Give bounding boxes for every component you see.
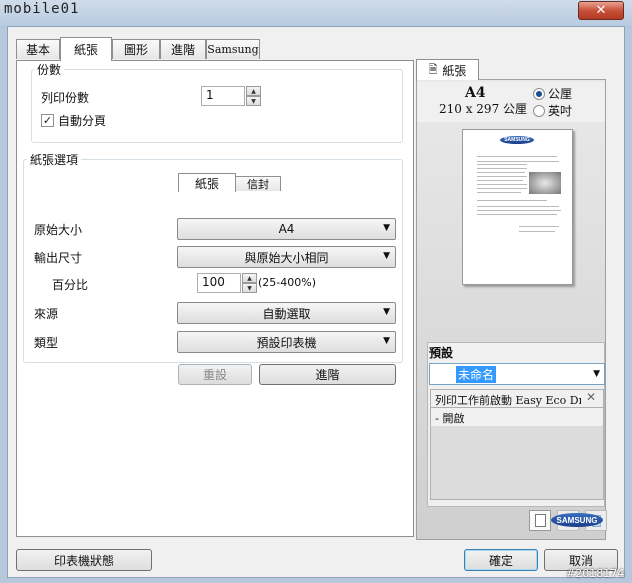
subtab-envelope[interactable]: 信封	[235, 176, 281, 191]
paper-panel: 份數 列印份數 1 ▲ ▼ ✓ 自動分頁 紙張選項 信封 紙張 原始大小 A4 …	[16, 60, 414, 537]
reset-button[interactable]: 重設	[178, 364, 252, 385]
tab-label: 圖形	[123, 43, 148, 57]
preset-item-detail: - 開啟	[435, 412, 465, 425]
preset-divider	[431, 407, 603, 408]
percent-label: 百分比	[52, 278, 89, 292]
unit-imperial-radio[interactable]	[533, 105, 545, 117]
copies-input[interactable]: 1	[201, 86, 245, 106]
preview-tab-label: 紙張	[442, 63, 467, 78]
paper-advanced-button[interactable]: 進階	[259, 364, 396, 385]
advanced-label: 進階	[315, 368, 340, 382]
remove-icon[interactable]: ✕	[586, 390, 596, 404]
tab-label: 進階	[170, 43, 195, 57]
presets-select[interactable]: 未命名 ▼	[429, 363, 605, 385]
copies-stepper[interactable]: ▲ ▼	[246, 86, 261, 106]
chevron-up-icon[interactable]: ▲	[246, 86, 261, 96]
type-select[interactable]: 預設印表機 ▼	[177, 331, 396, 353]
chevron-up-icon[interactable]: ▲	[242, 273, 257, 283]
collate-checkbox[interactable]: ✓	[41, 114, 54, 127]
preview-image	[529, 172, 561, 194]
original-size-value: A4	[278, 222, 295, 236]
document-icon: 🗎	[428, 62, 438, 76]
presets-title: 預設	[429, 346, 454, 360]
tab-basic[interactable]: 基本	[16, 39, 60, 59]
preview-pane: A4 210 x 297 公厘 公厘 英吋 SAMSUNG 預設 未命名 ▼ 列…	[416, 79, 607, 540]
samsung-logo: SAMSUNG	[551, 513, 603, 527]
chevron-down-icon: ▼	[383, 307, 390, 317]
percent-input[interactable]: 100	[197, 273, 241, 293]
paper-name: A4	[465, 85, 486, 101]
dialog-client: 基本 紙張 圖形 進階 Samsung 份數 列印份數 1 ▲ ▼ ✓ 自動分頁…	[7, 26, 625, 578]
source-label: 來源	[34, 307, 59, 321]
ok-label: 確定	[488, 553, 513, 568]
printer-status-label: 印表機狀態	[53, 553, 114, 568]
tab-label: 基本	[25, 43, 50, 57]
reset-label: 重設	[202, 368, 227, 382]
tab-label: 紙張	[73, 43, 98, 57]
subtab-label: 紙張	[194, 176, 219, 191]
chevron-down-icon: ▼	[383, 336, 390, 346]
watermark: mobile01	[4, 1, 80, 17]
type-value: 預設印表機	[256, 335, 317, 350]
tab-graphics[interactable]: 圖形	[112, 39, 160, 59]
source-select[interactable]: 自動選取 ▼	[177, 302, 396, 324]
subtab-label: 信封	[247, 178, 269, 191]
printer-status-button[interactable]: 印表機狀態	[16, 549, 152, 571]
samsung-logo-text: SAMSUNG	[556, 515, 598, 525]
tab-label: Samsung	[207, 43, 259, 56]
percent-range: (25-400%)	[258, 276, 316, 289]
copies-group	[31, 69, 403, 143]
new-preset-icon[interactable]	[529, 510, 551, 531]
samsung-mini-logo: SAMSUNG	[500, 136, 534, 144]
tab-paper[interactable]: 紙張	[60, 37, 112, 61]
close-icon: ✕	[595, 3, 607, 18]
tab-advanced[interactable]: 進階	[160, 39, 206, 59]
copies-group-title: 份數	[34, 61, 65, 78]
samsung-mini-logo-text: SAMSUNG	[504, 137, 530, 143]
paper-options-title: 紙張選項	[27, 151, 82, 168]
type-label: 類型	[34, 336, 59, 350]
presets-value: 未命名	[456, 366, 497, 383]
paper-preview: SAMSUNG	[462, 129, 573, 285]
unit-imperial-label: 英吋	[548, 104, 573, 118]
copies-label: 列印份數	[41, 91, 90, 105]
paper-dims: 210 x 297 公厘	[439, 102, 528, 116]
percent-stepper[interactable]: ▲ ▼	[242, 273, 257, 293]
collate-label: 自動分頁	[58, 114, 107, 128]
close-button[interactable]: ✕	[578, 1, 624, 20]
preset-item-title: 列印工作前啟動 Easy Eco Dri...	[435, 394, 581, 407]
preview-tab[interactable]: 🗎 紙張	[416, 59, 479, 80]
chevron-down-icon: ▼	[593, 369, 600, 379]
cancel-label: 取消	[568, 553, 593, 568]
chevron-down-icon[interactable]: ▼	[246, 96, 261, 106]
source-value: 自動選取	[262, 306, 311, 321]
photo-id: #2018174	[566, 567, 625, 580]
tab-samsung[interactable]: Samsung	[206, 39, 260, 59]
title-bar	[0, 0, 632, 26]
unit-metric-label: 公厘	[548, 87, 573, 101]
ok-button[interactable]: 確定	[464, 549, 538, 571]
chevron-down-icon: ▼	[383, 223, 390, 233]
chevron-down-icon: ▼	[383, 251, 390, 261]
output-size-value: 與原始大小相同	[244, 250, 329, 265]
output-size-select[interactable]: 與原始大小相同 ▼	[177, 246, 396, 268]
subtab-paper[interactable]: 紙張	[178, 173, 236, 192]
output-size-label: 輸出尺寸	[34, 251, 83, 265]
original-size-label: 原始大小	[34, 223, 83, 237]
original-size-select[interactable]: A4 ▼	[177, 218, 396, 240]
chevron-down-icon[interactable]: ▼	[242, 283, 257, 293]
unit-metric-radio[interactable]	[533, 88, 545, 100]
